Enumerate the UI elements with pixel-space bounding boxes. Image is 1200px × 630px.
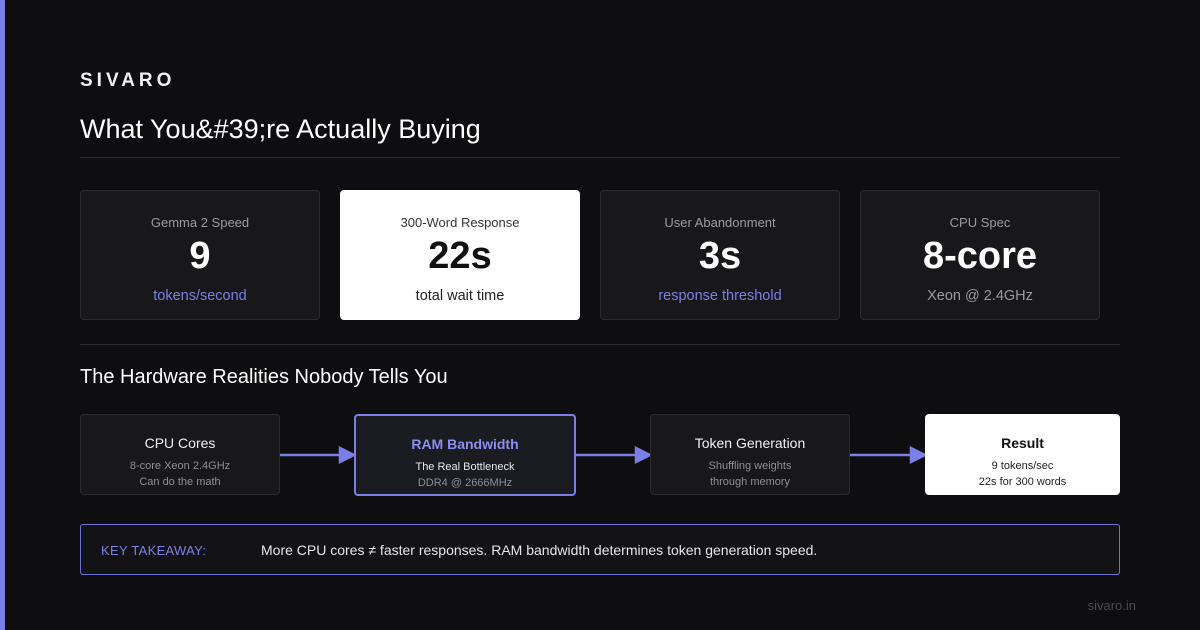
stat-sub: response threshold <box>658 288 782 304</box>
node-line: through memory <box>709 476 791 488</box>
stat-label: Gemma 2 Speed <box>150 215 250 230</box>
stat-value: 3s <box>698 235 742 277</box>
node-line: Shuffling weights <box>708 460 792 472</box>
page-title: What You&#39;re Actually Buying <box>80 114 481 144</box>
flow-node-result: Result 9 tokens/sec 22s for 300 words <box>925 414 1120 495</box>
stat-value: 8-core <box>922 235 1038 277</box>
node-line: DDR4 @ 2666MHz <box>417 477 513 489</box>
stat-sub: tokens/second <box>153 288 247 304</box>
stat-card-cpu: CPU Spec 8-core Xeon @ 2.4GHz <box>860 190 1100 320</box>
node-line: 8-core Xeon 2.4GHz <box>129 460 231 472</box>
stat-sub: Xeon @ 2.4GHz <box>927 288 1033 304</box>
divider <box>80 344 1120 345</box>
stat-value: 9 <box>189 235 211 277</box>
node-line: 9 tokens/sec <box>991 460 1054 472</box>
stats-row: Gemma 2 Speed 9 tokens/second 300-Word R… <box>80 190 1120 320</box>
node-title: RAM Bandwidth <box>411 436 519 452</box>
stat-sub: total wait time <box>415 288 505 304</box>
stat-label: CPU Spec <box>949 215 1011 230</box>
brand-logo: SIVARO <box>80 70 176 91</box>
node-title: CPU Cores <box>144 435 216 451</box>
stat-value: 22s <box>428 235 492 277</box>
flow-node-token-generation: Token Generation Shuffling weights throu… <box>650 414 850 495</box>
flow-node-ram-bandwidth: RAM Bandwidth The Real Bottleneck DDR4 @… <box>354 414 576 496</box>
footer-url: sivaro.in <box>1087 598 1136 613</box>
stat-card-abandonment: User Abandonment 3s response threshold <box>600 190 840 320</box>
divider <box>80 157 1120 158</box>
hardware-flow-diagram: CPU Cores 8-core Xeon 2.4GHz Can do the … <box>80 414 1120 496</box>
stat-card-response: 300-Word Response 22s total wait time <box>340 190 580 320</box>
section-title: The Hardware Realities Nobody Tells You <box>80 366 448 388</box>
key-takeaway-box: KEY TAKEAWAY: More CPU cores ≠ faster re… <box>80 524 1120 575</box>
node-line: Can do the math <box>139 476 221 488</box>
node-line: The Real Bottleneck <box>415 461 515 473</box>
node-title: Token Generation <box>694 435 806 451</box>
takeaway-text: More CPU cores ≠ faster responses. RAM b… <box>261 542 818 558</box>
node-title: Result <box>1001 435 1044 451</box>
takeaway-label: KEY TAKEAWAY: <box>101 543 207 558</box>
flow-node-cpu-cores: CPU Cores 8-core Xeon 2.4GHz Can do the … <box>80 414 280 495</box>
stat-card-speed: Gemma 2 Speed 9 tokens/second <box>80 190 320 320</box>
stat-label: 300-Word Response <box>400 215 520 230</box>
stat-label: User Abandonment <box>664 215 776 230</box>
accent-bar <box>0 0 5 630</box>
node-line: 22s for 300 words <box>978 476 1067 488</box>
